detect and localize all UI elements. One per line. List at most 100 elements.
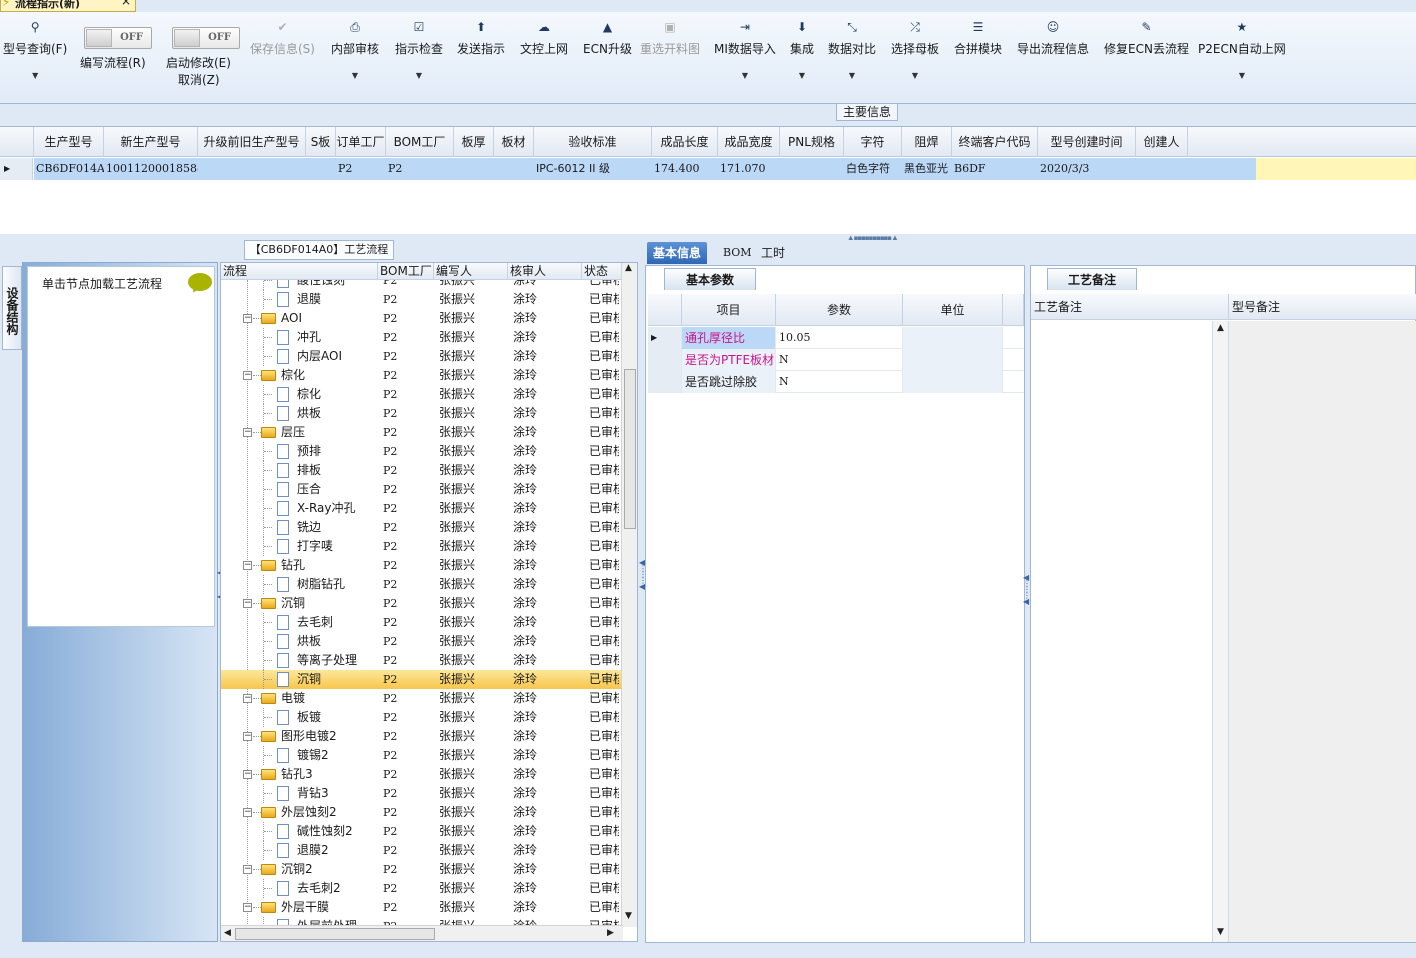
tree-step-node[interactable]: 板镀 P2 张振兴 涂玲 已审核: [221, 708, 621, 727]
model-query-button[interactable]: ⚲ 型号查询(F) ▼: [3, 20, 67, 80]
table-row[interactable]: 是否跳过除胶 N: [648, 371, 1024, 393]
tree-step-node[interactable]: 背钻3 P2 张振兴 涂玲 已审核: [221, 784, 621, 803]
select-mother-board-button[interactable]: ⤮ 选择母板 ▼: [891, 20, 939, 80]
edit-flow-toggle[interactable]: OFF: [84, 27, 152, 49]
column-header[interactable]: 状态: [582, 263, 622, 280]
column-header[interactable]: 阻焊: [902, 127, 952, 157]
process-notes-cell[interactable]: [1031, 321, 1213, 942]
tree-folder-node[interactable]: − 沉铜2 P2 张振兴 涂玲 已审核: [221, 860, 621, 879]
column-header[interactable]: 验收标准: [534, 127, 652, 157]
scroll-up-icon[interactable]: ▲: [625, 263, 632, 273]
table-cell[interactable]: 2020/3/3: [1038, 158, 1136, 180]
tree-folder-node[interactable]: − 沉铜 P2 张振兴 涂玲 已审核: [221, 594, 621, 613]
table-cell[interactable]: B6DF: [952, 158, 1038, 180]
table-cell[interactable]: [780, 158, 844, 180]
column-header[interactable]: 板厚: [454, 127, 494, 157]
collapse-icon[interactable]: −: [243, 599, 252, 608]
p2ecn-auto-button[interactable]: ★ P2ECN自动上网 ▼: [1198, 20, 1286, 80]
tree-folder-node[interactable]: − 钻孔3 P2 张振兴 涂玲 已审核: [221, 765, 621, 784]
column-header[interactable]: 生产型号: [34, 127, 104, 157]
tree-folder-node[interactable]: − 层压 P2 张振兴 涂玲 已审核: [221, 423, 621, 442]
ecn-upgrade-button[interactable]: ▲ ECN升级: [583, 20, 632, 57]
table-row[interactable]: 是否为PTFE板材 N: [648, 349, 1024, 371]
column-header[interactable]: 单位: [903, 294, 1003, 326]
table-cell[interactable]: [306, 158, 336, 180]
table-cell[interactable]: 171.070: [718, 158, 780, 180]
document-tab[interactable]: ⚡ 流程指示(新) ×: [0, 0, 136, 12]
scroll-left-icon[interactable]: ◀: [224, 928, 231, 938]
tree-folder-node[interactable]: − 电镀 P2 张振兴 涂玲 已审核: [221, 689, 621, 708]
table-cell[interactable]: CB6DF014A0: [34, 158, 104, 180]
table-cell[interactable]: [198, 158, 306, 180]
column-header[interactable]: 流程: [221, 263, 378, 280]
table-row[interactable]: ▶ 通孔厚径比 10.05: [648, 327, 1024, 349]
tree-step-node[interactable]: 预排 P2 张振兴 涂玲 已审核: [221, 442, 621, 461]
table-cell[interactable]: [494, 158, 534, 180]
scroll-thumb[interactable]: [235, 928, 435, 940]
vertical-scrollbar[interactable]: ▲ ▼: [1213, 321, 1229, 942]
tree-step-node[interactable]: 碱性蚀刻2 P2 张振兴 涂玲 已审核: [221, 822, 621, 841]
tree-step-node[interactable]: 压合 P2 张振兴 涂玲 已审核: [221, 480, 621, 499]
collapse-icon[interactable]: −: [243, 314, 252, 323]
param-value-cell[interactable]: N: [776, 349, 903, 371]
column-header[interactable]: 参数: [776, 294, 903, 326]
start-modify-toggle[interactable]: OFF: [172, 27, 240, 49]
collapse-icon[interactable]: −: [243, 865, 252, 874]
tab-bom[interactable]: BOM: [717, 242, 758, 264]
column-header[interactable]: 订单工厂: [336, 127, 386, 157]
save-info-button[interactable]: ✔ 保存信息(S): [250, 20, 315, 57]
column-header[interactable]: 板材: [494, 127, 534, 157]
column-header[interactable]: BOM工厂: [386, 127, 454, 157]
tree-step-node[interactable]: X-Ray冲孔 P2 张振兴 涂玲 已审核: [221, 499, 621, 518]
doc-upload-button[interactable]: ☁ 文控上网: [520, 20, 568, 57]
tree-folder-node[interactable]: − 外层干膜 P2 张振兴 涂玲 已审核: [221, 898, 621, 917]
tree-step-node[interactable]: 沉铜 P2 张振兴 涂玲 已审核: [221, 670, 621, 689]
reselect-drawing-button[interactable]: ▣ 重选开料图: [640, 20, 700, 57]
close-icon[interactable]: ×: [121, 0, 131, 7]
column-header[interactable]: 字符: [844, 127, 902, 157]
column-header[interactable]: 终端客户代码: [952, 127, 1038, 157]
column-header[interactable]: BOM工厂: [378, 263, 434, 280]
scroll-down-icon[interactable]: ▼: [625, 911, 632, 921]
table-cell[interactable]: P2: [386, 158, 454, 180]
tree-step-node[interactable]: 镀锡2 P2 张振兴 涂玲 已审核: [221, 746, 621, 765]
internal-review-button[interactable]: ⎙ 内部审核 ▼: [331, 20, 379, 80]
column-header[interactable]: 成品长度: [652, 127, 718, 157]
column-header[interactable]: 新生产型号: [104, 127, 198, 157]
column-header[interactable]: 型号备注: [1229, 294, 1416, 320]
equipment-structure-tab[interactable]: 设备结构: [2, 266, 22, 350]
table-cell[interactable]: 黑色亚光: [902, 158, 952, 180]
tab-process-notes[interactable]: 工艺备注: [1047, 268, 1137, 290]
table-cell[interactable]: 白色字符: [844, 158, 902, 180]
tree-folder-node[interactable]: − 棕化 P2 张振兴 涂玲 已审核: [221, 366, 621, 385]
column-header[interactable]: 型号创建时间: [1038, 127, 1136, 157]
integrate-button[interactable]: ⬇ 集成 ▼: [790, 20, 814, 80]
column-header[interactable]: S板: [306, 127, 336, 157]
tree-step-node[interactable]: 退膜2 P2 张振兴 涂玲 已审核: [221, 841, 621, 860]
instruction-check-button[interactable]: ☑ 指示检查 ▼: [395, 20, 443, 80]
collapse-icon[interactable]: −: [243, 694, 252, 703]
table-cell[interactable]: [454, 158, 494, 180]
tree-step-node[interactable]: 铣边 P2 张振兴 涂玲 已审核: [221, 518, 621, 537]
column-header[interactable]: 项目: [682, 294, 776, 326]
send-instruction-button[interactable]: ⬆ 发送指示: [457, 20, 505, 57]
table-cell[interactable]: 174.400: [652, 158, 718, 180]
mi-import-button[interactable]: ⇥ MI数据导入 ▼: [714, 20, 776, 80]
scroll-right-icon[interactable]: ▶: [607, 928, 614, 938]
repair-ecn-button[interactable]: ✎ 修复ECN丢流程: [1104, 20, 1189, 57]
tree-step-node[interactable]: 打字唛 P2 张振兴 涂玲 已审核: [221, 537, 621, 556]
horizontal-scrollbar[interactable]: ◀ ▶: [221, 925, 623, 941]
tree-step-node[interactable]: 冲孔 P2 张振兴 涂玲 已审核: [221, 328, 621, 347]
cancel-button[interactable]: 取消(Z): [178, 71, 220, 88]
column-header[interactable]: PNL规格: [780, 127, 844, 157]
tree-step-node[interactable]: 酸性蚀刻 P2 张振兴 涂玲 已审核: [221, 280, 621, 290]
tree-folder-node[interactable]: − 图形电镀2 P2 张振兴 涂玲 已审核: [221, 727, 621, 746]
tree-folder-node[interactable]: − 外层蚀刻2 P2 张振兴 涂玲 已审核: [221, 803, 621, 822]
vertical-scrollbar[interactable]: ▲ ▼: [621, 263, 637, 927]
tab-basic-info[interactable]: 基本信息: [647, 242, 708, 264]
collapse-icon[interactable]: −: [243, 732, 252, 741]
tree-step-node[interactable]: 内层AOI P2 张振兴 涂玲 已审核: [221, 347, 621, 366]
param-value-cell[interactable]: 10.05: [776, 327, 903, 349]
tree-step-node[interactable]: 退膜 P2 张振兴 涂玲 已审核: [221, 290, 621, 309]
table-cell[interactable]: IPC-6012 II 级: [534, 158, 652, 180]
